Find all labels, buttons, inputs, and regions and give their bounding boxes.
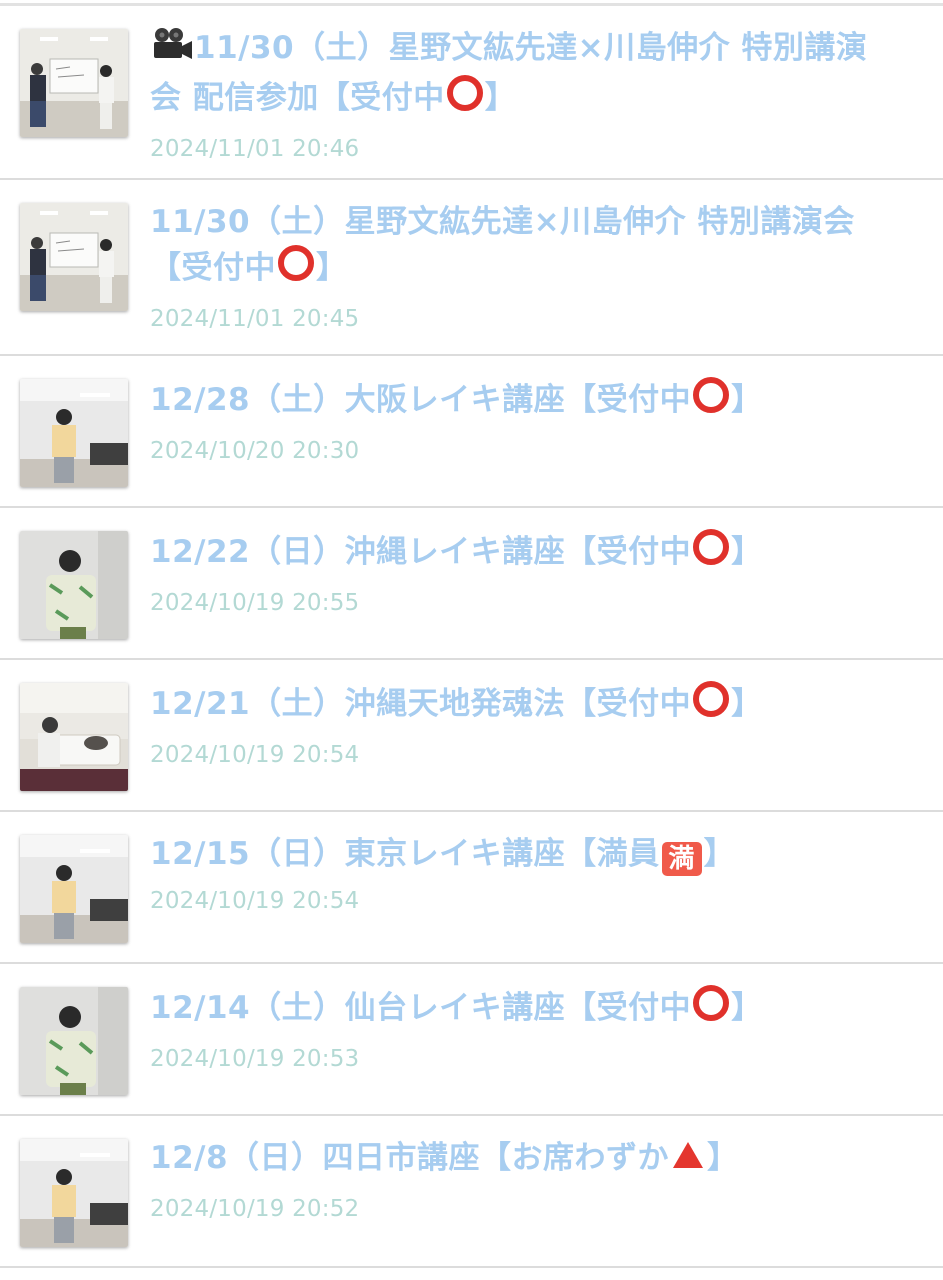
red-circle-icon — [691, 680, 731, 730]
item-title[interactable]: 12/8（日）四日市講座【お席わずか 】 — [150, 1136, 920, 1184]
item-title[interactable]: 11/30（土）星野文紘先達×川島伸介 特別講演会 【受付中 】 — [150, 200, 920, 294]
title-text: 】 — [731, 382, 763, 418]
list-item[interactable]: 12/28（土）大阪レイキ講座【受付中 】 2024/10/20 20:30 — [0, 356, 943, 508]
title-text: 12/21（土）沖縄天地発魂法【受付中 — [150, 686, 692, 722]
list-item[interactable]: 12/22（日）沖縄レイキ講座【受付中 】 2024/10/19 20:55 — [0, 508, 943, 660]
title-text: 】 — [731, 990, 763, 1026]
post-date: 2024/10/19 20:52 — [150, 1196, 360, 1222]
list-item[interactable]: 12/15（日）東京レイキ講座【満員満】 2024/10/19 20:54 — [0, 812, 943, 964]
list-item[interactable]: 11/30（土）星野文紘先達×川島伸介 特別講演会 配信参加【受付中 】 2024… — [0, 6, 943, 180]
full-badge-icon: 満 — [661, 842, 702, 876]
list-item[interactable]: 11/30（土）星野文紘先達×川島伸介 特別講演会 【受付中 】 2024/11/0… — [0, 180, 943, 356]
title-text: 】 — [731, 534, 763, 570]
title-text: 】 — [707, 1140, 739, 1176]
red-circle-icon — [276, 244, 316, 294]
list-item[interactable]: 12/8（日）四日市講座【お席わずか 】 2024/10/19 20:52 — [0, 1116, 943, 1268]
thumbnail-image[interactable] — [20, 987, 128, 1095]
item-title[interactable]: 12/14（土）仙台レイキ講座【受付中 】 — [150, 984, 920, 1034]
post-date: 2024/10/19 20:55 — [150, 590, 360, 616]
red-triangle-icon — [669, 1138, 707, 1184]
title-text: 11/30（土）星野文紘先達×川島伸介 特別講演 — [194, 30, 868, 66]
item-title[interactable]: 11/30（土）星野文紘先達×川島伸介 特別講演会 配信参加【受付中 】 — [150, 26, 920, 124]
title-text: 11/30（土）星野文紘先達×川島伸介 特別講演会 — [150, 204, 855, 240]
movie-camera-icon — [150, 26, 194, 74]
title-text: 【受付中 — [150, 250, 276, 286]
title-text: 】 — [731, 686, 763, 722]
list-item[interactable]: 12/14（土）仙台レイキ講座【受付中 】 2024/10/19 20:53 — [0, 964, 943, 1116]
title-text: 12/22（日）沖縄レイキ講座【受付中 — [150, 534, 692, 570]
thumbnail-image[interactable] — [20, 1139, 128, 1247]
title-text: 12/8（日）四日市講座【お席わずか — [150, 1140, 670, 1176]
post-date: 2024/11/01 20:46 — [150, 136, 360, 162]
post-date: 2024/10/19 20:54 — [150, 742, 360, 768]
thumbnail-image[interactable] — [20, 683, 128, 791]
red-circle-icon — [445, 74, 485, 124]
title-text: 】 — [316, 250, 348, 286]
thumbnail-image[interactable] — [20, 203, 128, 311]
thumbnail-image[interactable] — [20, 379, 128, 487]
title-text: 12/14（土）仙台レイキ講座【受付中 — [150, 990, 692, 1026]
post-date: 2024/10/20 20:30 — [150, 438, 360, 464]
thumbnail-image[interactable] — [20, 29, 128, 137]
item-title[interactable]: 12/22（日）沖縄レイキ講座【受付中 】 — [150, 528, 920, 578]
title-text: 会 配信参加【受付中 — [150, 80, 445, 116]
red-circle-icon — [691, 984, 731, 1034]
item-title[interactable]: 12/28（土）大阪レイキ講座【受付中 】 — [150, 376, 920, 426]
post-date: 2024/10/19 20:54 — [150, 888, 360, 914]
red-circle-icon — [691, 528, 731, 578]
title-text: 】 — [703, 836, 736, 872]
title-text: 】 — [484, 80, 517, 116]
post-date: 2024/10/19 20:53 — [150, 1046, 360, 1072]
red-circle-icon — [691, 376, 731, 426]
list-item[interactable]: 12/21（土）沖縄天地発魂法【受付中 】 2024/10/19 20:54 — [0, 660, 943, 812]
title-text: 12/28（土）大阪レイキ講座【受付中 — [150, 382, 692, 418]
item-title[interactable]: 12/15（日）東京レイキ講座【満員満】 — [150, 832, 920, 876]
thumbnail-image[interactable] — [20, 835, 128, 943]
post-date: 2024/11/01 20:45 — [150, 306, 360, 332]
thumbnail-image[interactable] — [20, 531, 128, 639]
title-text: 12/15（日）東京レイキ講座【満員 — [150, 836, 660, 872]
article-list: 11/30（土）星野文紘先達×川島伸介 特別講演会 配信参加【受付中】 2024… — [0, 3, 943, 1268]
item-title[interactable]: 12/21（土）沖縄天地発魂法【受付中 】 — [150, 680, 920, 730]
